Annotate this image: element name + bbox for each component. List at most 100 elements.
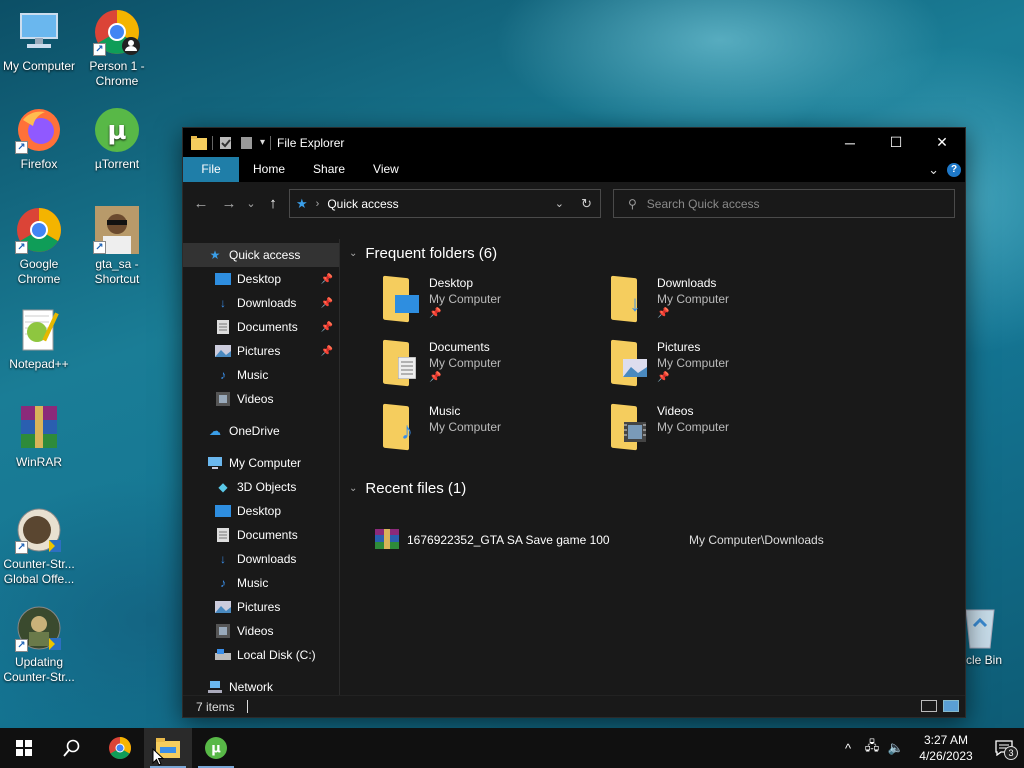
collapse-chevron-icon[interactable]: ⌄ (349, 483, 357, 494)
address-bar[interactable]: ★ › Quick access ⌄ ↻ (289, 189, 601, 218)
collapse-chevron-icon[interactable]: ⌄ (349, 248, 357, 259)
pin-icon[interactable]: 📌 (321, 298, 333, 309)
search-button[interactable] (48, 728, 96, 768)
new-folder-icon[interactable] (239, 136, 255, 150)
desktop-icon-google-chrome[interactable]: ↗ Google Chrome (0, 206, 78, 287)
forward-button[interactable]: → (215, 189, 243, 217)
clock[interactable]: 3:27 AM 4/26/2023 (908, 732, 984, 764)
item-count: 7 items (196, 699, 235, 714)
action-center-button[interactable]: 3 (984, 728, 1024, 768)
details-view-icon[interactable] (921, 700, 937, 712)
search-input[interactable] (646, 196, 927, 211)
breadcrumb[interactable]: Quick access (327, 197, 398, 211)
pin-icon[interactable]: 📌 (321, 322, 333, 333)
navigation-pane[interactable]: ★ Quick access Desktop 📌 ↓ Downloads 📌 D… (183, 239, 340, 695)
pin-icon[interactable]: 📌 (321, 274, 333, 285)
taskbar-chrome[interactable] (96, 728, 144, 768)
recent-locations-button[interactable]: ⌄ (243, 189, 259, 217)
help-icon[interactable]: ? (947, 162, 961, 177)
tab-share[interactable]: Share (299, 157, 359, 182)
folder-tile-music[interactable]: ♪ Music My Computer (383, 403, 603, 459)
sidebar-item-videos[interactable]: Videos (183, 387, 339, 411)
ribbon-tabs: File Home Share View ⌄ ? (183, 157, 965, 182)
volume-icon[interactable]: 🔈 (884, 740, 908, 756)
large-icons-view-icon[interactable] (943, 700, 959, 712)
desktop-icon-my-computer[interactable]: My Computer (0, 8, 78, 74)
sidebar-item-videos-pc[interactable]: Videos (183, 619, 339, 643)
sidebar-item-music[interactable]: ♪ Music (183, 363, 339, 387)
folder-name: Videos (657, 404, 694, 418)
group-header-label: Recent files (1) (365, 480, 467, 497)
maximize-button[interactable]: ☐ (873, 128, 919, 157)
sidebar-item-desktop-pc[interactable]: Desktop (183, 499, 339, 523)
folder-tile-downloads[interactable]: ↓ Downloads My Computer 📌 (611, 275, 831, 331)
refresh-icon[interactable]: ↻ (581, 196, 592, 212)
address-dropdown-icon[interactable]: ⌄ (555, 197, 564, 210)
back-button[interactable]: ← (187, 189, 215, 217)
sidebar-item-label: Pictures (237, 344, 281, 358)
folder-tile-desktop[interactable]: Desktop My Computer 📌 (383, 275, 603, 331)
sidebar-item-network[interactable]: Network (183, 675, 339, 695)
sidebar-item-documents[interactable]: Documents 📌 (183, 315, 339, 339)
sidebar-item-quick-access[interactable]: ★ Quick access (183, 243, 339, 267)
file-explorer-window[interactable]: ▾ File Explorer ─ ☐ ✕ File Home Share Vi… (182, 127, 966, 718)
desktop-icon-person1-chrome[interactable]: ↗ Person 1 - Chrome (78, 8, 156, 89)
sidebar-item-3d-objects[interactable]: ◆ 3D Objects (183, 475, 339, 499)
network-icon[interactable]: 🖧 (860, 737, 884, 759)
drive-icon (215, 648, 231, 662)
content-pane[interactable]: ⌄ Frequent folders (6) Desktop My Comput… (341, 239, 965, 695)
sidebar-item-music-pc[interactable]: ♪ Music (183, 571, 339, 595)
title-bar[interactable]: ▾ File Explorer ─ ☐ ✕ (183, 128, 965, 157)
system-tray: ^ 🖧 🔈 3:27 AM 4/26/2023 3 (836, 728, 1024, 768)
sidebar-item-desktop[interactable]: Desktop 📌 (183, 267, 339, 291)
breadcrumb-chevron-icon[interactable]: › (316, 198, 320, 210)
tab-home[interactable]: Home (239, 157, 299, 182)
sidebar-item-pictures-pc[interactable]: Pictures (183, 595, 339, 619)
recycle-bin-icon (965, 609, 995, 649)
folder-tile-videos[interactable]: Videos My Computer (611, 403, 831, 459)
customize-toolbar-icon[interactable]: ▾ (260, 137, 265, 148)
sidebar-item-onedrive[interactable]: ☁ OneDrive (183, 419, 339, 443)
monitor-icon (207, 456, 223, 470)
navigation-bar: ← → ⌄ ↑ ★ › Quick access ⌄ ↻ ⚲ (183, 182, 965, 224)
sidebar-item-documents-pc[interactable]: Documents (183, 523, 339, 547)
tab-view[interactable]: View (359, 157, 413, 182)
desktop-icon-recycle-bin[interactable]: ycle Bin (960, 604, 1024, 674)
desktop-icon-csgo[interactable]: ↗ Counter-Str... Global Offe... (0, 506, 78, 587)
sidebar-item-local-disk[interactable]: Local Disk (C:) (183, 643, 339, 667)
desktop-icon-gta-sa[interactable]: ↗ gta_sa - Shortcut (78, 206, 156, 287)
folder-icon[interactable] (191, 135, 207, 150)
desktop-icon-label: Google Chrome (17, 257, 61, 286)
close-button[interactable]: ✕ (919, 128, 965, 157)
frequent-folders-header[interactable]: ⌄ Frequent folders (6) (349, 245, 497, 262)
folder-name: Documents (429, 340, 490, 354)
properties-icon[interactable] (218, 136, 234, 150)
desktop-icon (395, 293, 419, 315)
taskbar-utorrent[interactable]: µ (192, 728, 240, 768)
recent-files-header[interactable]: ⌄ Recent files (1) (349, 480, 466, 497)
start-button[interactable] (0, 728, 48, 768)
expand-ribbon-icon[interactable]: ⌄ (928, 162, 939, 178)
sidebar-item-downloads-pc[interactable]: ↓ Downloads (183, 547, 339, 571)
up-button[interactable]: ↑ (259, 189, 287, 217)
folder-tile-documents[interactable]: Documents My Computer 📌 (383, 339, 603, 395)
desktop-icon-firefox[interactable]: ↗ Firefox (0, 106, 78, 172)
desktop-icon-notepadpp[interactable]: Notepad++ (0, 306, 78, 372)
desktop-icon-label: ycle Bin (960, 653, 1003, 667)
document-icon (395, 357, 419, 379)
search-box[interactable]: ⚲ (613, 189, 955, 218)
pin-icon[interactable]: 📌 (321, 346, 333, 357)
tab-file[interactable]: File (183, 157, 239, 182)
network-icon (207, 680, 223, 694)
sidebar-item-pictures[interactable]: Pictures 📌 (183, 339, 339, 363)
folder-tile-pictures[interactable]: Pictures My Computer 📌 (611, 339, 831, 395)
show-hidden-icons-icon[interactable]: ^ (836, 741, 860, 756)
desktop-icon-utorrent[interactable]: µ µTorrent (78, 106, 156, 172)
desktop-icon-csgo-update[interactable]: ↗ Updating Counter-Str... (0, 604, 78, 685)
list-item[interactable]: 1676922352_GTA SA Save game 100 My Compu… (375, 528, 935, 551)
minimize-button[interactable]: ─ (827, 128, 873, 157)
music-note-icon: ♪ (220, 368, 226, 382)
desktop-icon-winrar[interactable]: WinRAR (0, 404, 78, 470)
sidebar-item-my-computer[interactable]: My Computer (183, 451, 339, 475)
sidebar-item-downloads[interactable]: ↓ Downloads 📌 (183, 291, 339, 315)
